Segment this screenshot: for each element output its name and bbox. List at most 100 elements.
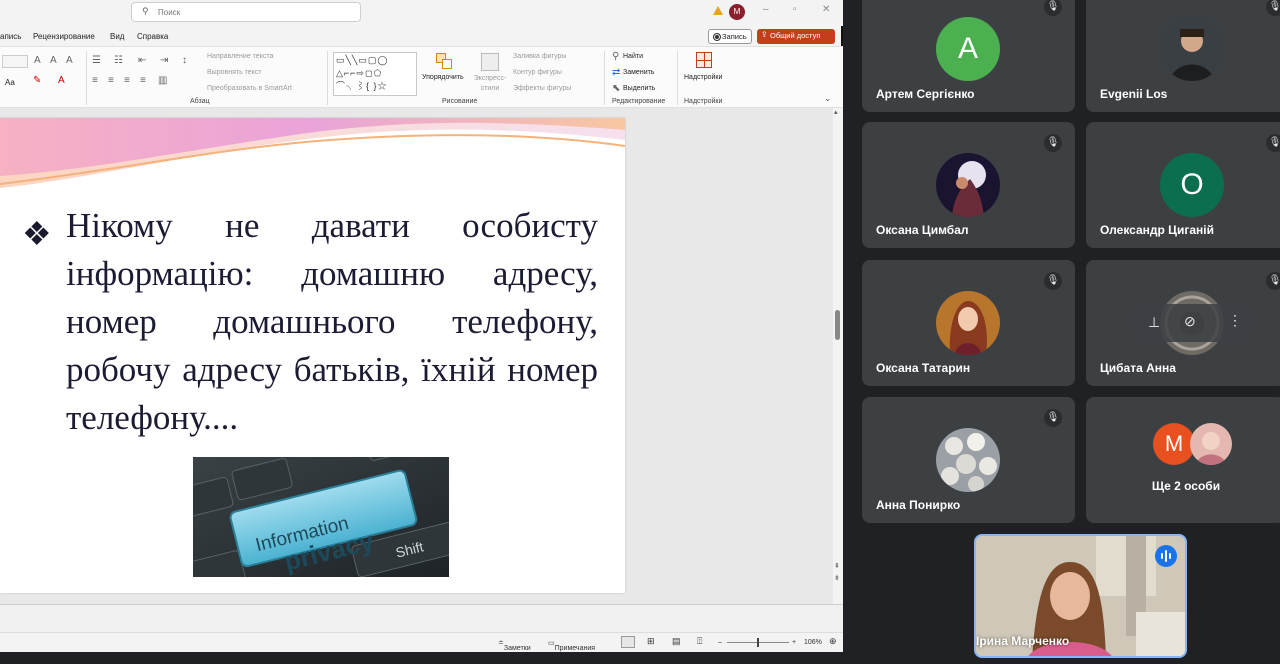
warning-icon[interactable] — [713, 6, 723, 15]
slide[interactable]: ❖ Нікому не давати особисту інформацію: … — [0, 118, 625, 593]
notes-button[interactable]: ≐ Заметки — [498, 639, 531, 652]
find-icon[interactable]: ⚲ — [612, 51, 619, 62]
tab-view[interactable]: Вид — [110, 32, 124, 41]
highlight-icon[interactable]: ✎ — [33, 75, 41, 86]
slide-sorter-icon[interactable]: ⊞ — [647, 636, 655, 647]
arrange-button[interactable]: Упорядочить — [422, 74, 464, 81]
participant-tile[interactable]: 🎙 А Артем Сергієнко — [862, 0, 1075, 112]
replace-icon[interactable]: ⇄ — [612, 67, 620, 78]
arrange-icon[interactable] — [436, 53, 454, 71]
line-spacing-icon[interactable]: ↕ — [182, 55, 187, 66]
more-options-icon[interactable]: ⋮ — [1228, 312, 1242, 329]
tab-review[interactable]: Рецензирование — [33, 32, 95, 41]
select-icon[interactable]: ⬉ — [612, 83, 620, 94]
slideshow-icon[interactable]: ⍐ — [697, 636, 702, 647]
participant-tile[interactable]: 🎙 О Олександр Циганій — [1086, 122, 1280, 248]
self-video-tile[interactable]: Ірина Марченко — [974, 534, 1187, 658]
avatar — [1190, 423, 1232, 465]
share-button[interactable]: Общий доступ — [757, 29, 835, 44]
shrink-font-icon[interactable]: A — [50, 55, 57, 66]
bullets-icon[interactable]: ☰ — [92, 55, 101, 66]
shape-outline-button[interactable]: Контур фигуры — [513, 69, 562, 76]
scrollbar-thumb[interactable] — [835, 310, 840, 340]
fit-slide-icon[interactable]: ⊕ — [829, 636, 837, 647]
more-participants-label: Ще 2 особи — [1151, 479, 1221, 493]
convert-smartart-button[interactable]: Преобразовать в SmartArt — [207, 85, 292, 92]
zoom-level[interactable]: 106% — [804, 639, 822, 646]
participant-name: Evgenii Los — [1100, 87, 1168, 101]
prev-slide-icon[interactable]: ⇞ — [834, 562, 840, 570]
participant-tile[interactable]: 🎙 Анна Понирко — [862, 397, 1075, 523]
notes-pane[interactable] — [0, 604, 843, 632]
avatar — [1160, 17, 1224, 81]
pin-icon[interactable]: ⊥ — [1148, 314, 1160, 331]
align-center-icon[interactable]: ≡ — [108, 75, 114, 86]
select-button[interactable]: Выделить — [623, 85, 655, 92]
record-button[interactable]: Запись — [708, 29, 752, 44]
clear-format-icon[interactable]: A — [66, 55, 73, 66]
align-left-icon[interactable]: ≡ — [92, 75, 98, 86]
participant-tile[interactable]: 🎙 Evgenii Los — [1086, 0, 1280, 112]
zoom-slider[interactable] — [727, 638, 789, 647]
avatar — [936, 428, 1000, 492]
restore-icon[interactable]: ▫ — [793, 4, 797, 15]
shape-fill-button[interactable]: Заливка фигуры — [513, 53, 566, 60]
next-slide-icon[interactable]: ⇟ — [834, 574, 840, 582]
participant-tile[interactable]: 🎙 ⊥ ⊘ ⋮ Цибата Анна — [1086, 260, 1280, 386]
close-icon[interactable]: ✕ — [822, 4, 830, 15]
mic-off-icon: 🎙 — [1044, 0, 1062, 16]
align-right-icon[interactable]: ≡ — [124, 75, 130, 86]
zoom-in-icon[interactable]: + — [792, 639, 796, 646]
mute-icon[interactable]: ⊘ — [1184, 313, 1196, 330]
account-avatar[interactable]: М — [729, 4, 745, 20]
decrease-indent-icon[interactable]: ⇤ — [138, 55, 146, 66]
text-direction-button[interactable]: Направление текста — [207, 53, 273, 60]
mic-off-icon: 🎙 — [1044, 272, 1062, 290]
tab-help[interactable]: Справка — [137, 32, 168, 41]
search-input[interactable]: ⚲ Поиск — [131, 2, 361, 22]
addins-button[interactable]: Надстройки — [684, 74, 722, 81]
title-bar: ⚲ Поиск М – ▫ ✕ — [0, 0, 843, 26]
columns-icon[interactable]: ▥ — [158, 75, 167, 86]
slide-text[interactable]: Нікому не давати особисту інформацію: до… — [66, 202, 598, 442]
font-color-icon[interactable]: A — [58, 75, 65, 86]
grow-font-icon[interactable]: A — [34, 55, 41, 66]
comments-button[interactable]: ▭ Примечания — [548, 639, 595, 652]
replace-button[interactable]: Заменить — [623, 69, 654, 76]
vertical-scrollbar[interactable]: ▴ ⇞ ⇟ — [833, 108, 843, 604]
font-size-box[interactable] — [2, 55, 28, 68]
reading-view-icon[interactable]: ▤ — [672, 636, 681, 647]
change-case-button[interactable]: Aa — [5, 78, 15, 87]
slide-bullet-icon: ❖ — [22, 217, 52, 253]
slide-image-information-privacy[interactable]: Information privacy Shift — [193, 457, 449, 577]
slide-canvas: ❖ Нікому не давати особисту інформацію: … — [0, 108, 833, 620]
align-text-button[interactable]: Выровнять текст — [207, 69, 262, 76]
find-button[interactable]: Найти — [623, 53, 643, 60]
collapse-ribbon-icon[interactable]: ⌄ — [824, 93, 832, 104]
tab-record[interactable]: апись — [0, 32, 21, 41]
zoom-out-icon[interactable]: – — [718, 639, 722, 646]
quick-styles-button[interactable]: Экспресс-стили — [472, 74, 508, 94]
participant-tile[interactable]: 🎙 Оксана Цимбал — [862, 122, 1075, 248]
normal-view-icon[interactable] — [621, 636, 635, 648]
comments-label: Примечания — [554, 645, 596, 652]
separator — [677, 51, 678, 105]
addins-icon[interactable] — [696, 52, 712, 68]
avatar — [936, 153, 1000, 217]
quick-styles-icon[interactable] — [481, 53, 499, 71]
more-participants-tile[interactable]: М Ще 2 особи — [1086, 397, 1280, 523]
scroll-up-icon[interactable]: ▴ — [834, 108, 838, 116]
numbering-icon[interactable]: ☷ — [114, 55, 123, 66]
participant-name: Цибата Анна — [1100, 361, 1176, 375]
mic-off-icon: 🎙 — [1044, 134, 1062, 152]
zoom-slider-thumb[interactable] — [757, 638, 759, 647]
shapes-gallery[interactable]: ▭╲╲▭▢◯ △⌐⌐⇨◻⬠ ⌒╮⌇{ }☆ — [333, 52, 417, 96]
participant-tile[interactable]: 🎙 Оксана Татарин — [862, 260, 1075, 386]
minimize-icon[interactable]: – — [763, 4, 769, 15]
slide-wave-decoration — [0, 118, 625, 188]
paragraph-group-label: Абзац — [190, 98, 210, 105]
addins-group-label: Надстройки — [684, 98, 723, 105]
increase-indent-icon[interactable]: ⇥ — [160, 55, 168, 66]
shape-effects-button[interactable]: Эффекты фигуры — [513, 85, 571, 92]
justify-icon[interactable]: ≡ — [140, 75, 146, 86]
